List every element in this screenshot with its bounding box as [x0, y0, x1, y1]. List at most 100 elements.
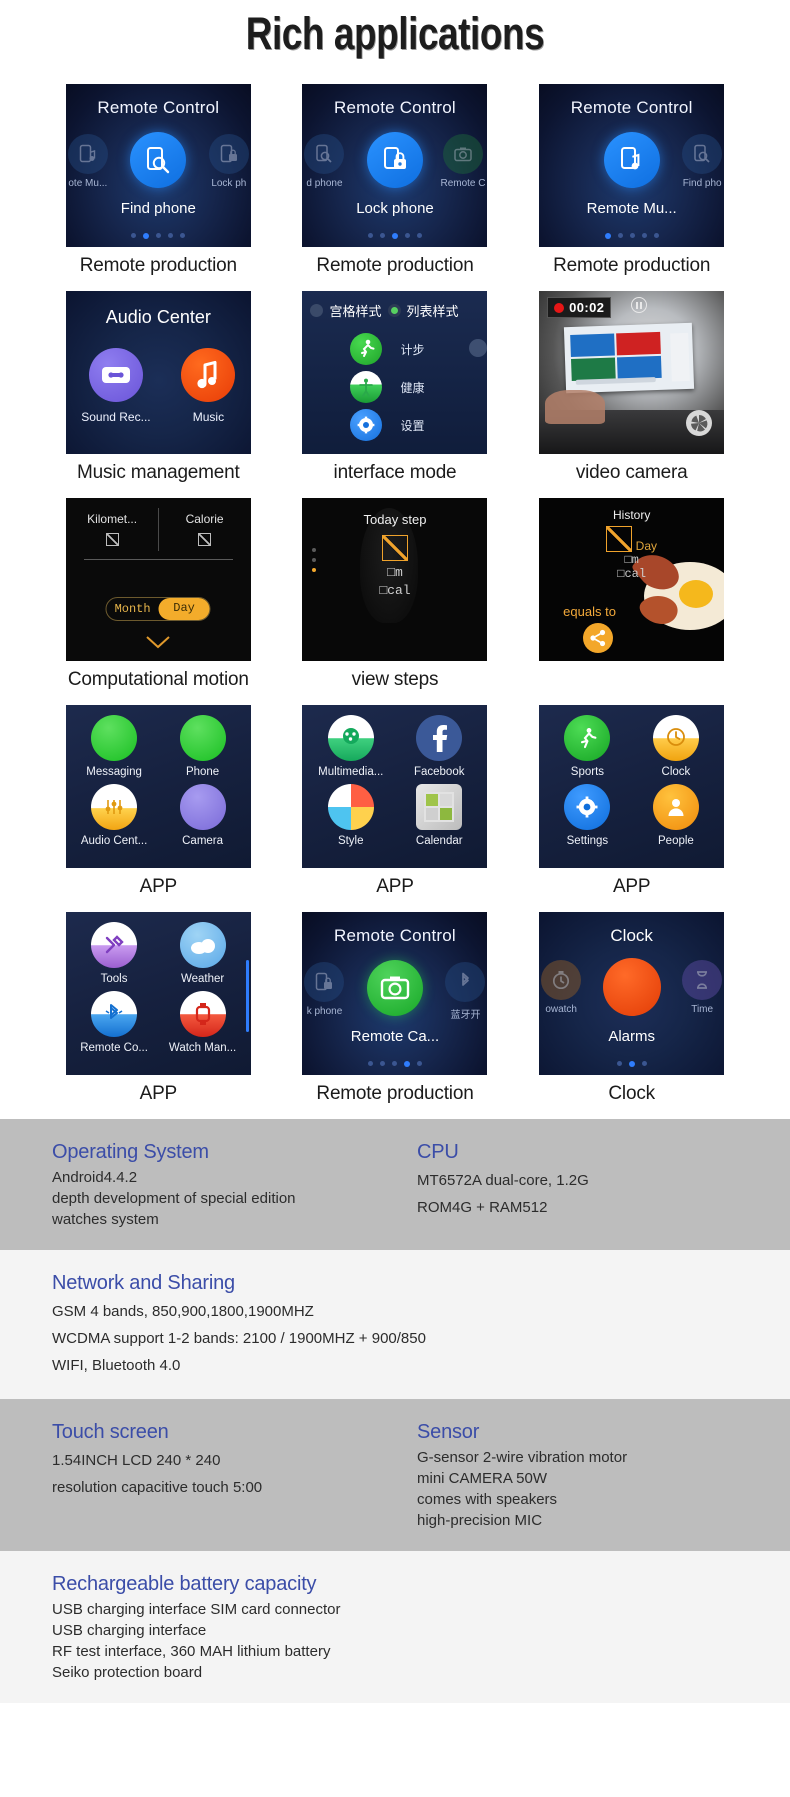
card-history: History Day □m □cal equals to: [513, 498, 750, 703]
alarm-icon[interactable]: [602, 958, 661, 1016]
page-dots[interactable]: [66, 233, 251, 239]
carousel-right-item[interactable]: Lock ph: [208, 134, 249, 189]
watch-screen[interactable]: Kilomet... Calorie Month Day: [65, 498, 251, 661]
app-messaging[interactable]: Messaging: [70, 715, 159, 778]
carousel-left-item[interactable]: owatch: [541, 960, 582, 1015]
app-calendar[interactable]: Calendar: [395, 784, 484, 847]
watch-screen[interactable]: Tools Weather Remote Co... Watch Man...: [65, 912, 251, 1075]
carousel-right-item[interactable]: Remote C: [440, 134, 485, 189]
app-sports[interactable]: Sports: [543, 715, 632, 778]
radio-list-style[interactable]: [387, 304, 401, 317]
watch-screen[interactable]: Clock owatch Time Alarms: [539, 912, 725, 1075]
spec-heading: Operating System: [52, 1141, 209, 1163]
history-distance: □m: [624, 553, 639, 567]
watch-screen[interactable]: Audio Center Sound Rec... Music: [65, 291, 251, 454]
app-tools[interactable]: Tools: [70, 922, 159, 985]
app-people[interactable]: People: [632, 784, 721, 847]
app-sound-recorder[interactable]: Sound Rec...: [81, 348, 151, 424]
radio-grid-style[interactable]: [310, 304, 324, 317]
watch-screen[interactable]: Remote Control Find pho Remote Mu...: [539, 84, 725, 247]
spec-line: G-sensor 2-wire vibration motor: [417, 1449, 628, 1466]
toggle-day[interactable]: Day: [158, 598, 210, 620]
app-remote-control[interactable]: Remote Co...: [70, 991, 159, 1054]
scrollbar[interactable]: [245, 960, 249, 1032]
carousel-left-item[interactable]: k phone: [304, 962, 345, 1017]
card-remote-camera: Remote Control k phone 蓝牙开 Remote Ca... …: [277, 912, 514, 1117]
period-toggle[interactable]: Month Day: [105, 597, 211, 621]
equals-to-label: equals to: [563, 604, 616, 619]
app-camera[interactable]: Camera: [158, 784, 247, 847]
watch-screen[interactable]: Messaging Phone Audio Cent... Camera: [65, 705, 251, 868]
app-watch-manager[interactable]: Watch Man...: [158, 991, 247, 1054]
watch-screen[interactable]: 00:02: [539, 291, 725, 454]
list-item[interactable]: 计步: [302, 330, 487, 368]
app-clock[interactable]: Clock: [632, 715, 721, 778]
card-caption: Remote production: [316, 1083, 474, 1104]
metric-kilometers: Kilomet...: [66, 498, 159, 557]
spec-line: GSM 4 bands, 850,900,1800,1900MHZ: [52, 1303, 314, 1320]
page-dots[interactable]: [302, 233, 487, 239]
app-audio-center[interactable]: Audio Cent...: [70, 784, 159, 847]
list-item[interactable]: 健康: [302, 368, 487, 406]
icon-carousel[interactable]: owatch Time: [539, 956, 724, 1018]
page-dots[interactable]: [539, 1061, 724, 1067]
app-weather[interactable]: Weather: [158, 922, 247, 985]
spec-col-battery: Rechargeable battery capacity USB chargi…: [52, 1573, 738, 1683]
app-label: Sports: [570, 766, 605, 778]
watch-screen[interactable]: Sports Clock Settings People: [539, 705, 725, 868]
app-label: Settings: [566, 835, 609, 847]
weather-icon: [179, 922, 226, 968]
bluetooth-icon: [445, 962, 486, 1002]
page-dots[interactable]: [539, 233, 724, 239]
watch-screen[interactable]: Remote Control ote Mu... Lock ph Find ph…: [65, 84, 251, 247]
music-phone-icon[interactable]: [603, 132, 660, 188]
watch-screen[interactable]: Remote Control k phone 蓝牙开 Remote Ca...: [302, 912, 488, 1075]
icon-carousel[interactable]: ote Mu... Lock ph: [66, 130, 251, 190]
watch-screen[interactable]: 宫格样式 列表样式 计步 健康 设置: [302, 291, 488, 454]
screen-title: Remote Control: [334, 98, 456, 117]
spec-line: watches system: [52, 1211, 159, 1228]
lock-phone-icon[interactable]: [366, 132, 423, 188]
screen-title: Today step: [363, 512, 427, 527]
shutter-icon[interactable]: [686, 410, 713, 436]
page-dots[interactable]: [302, 1061, 487, 1067]
application-grid: Remote Control ote Mu... Lock ph Find ph…: [0, 66, 790, 1119]
metric-label: Calorie: [185, 512, 224, 526]
carousel-right-item[interactable]: 蓝牙开: [445, 962, 486, 1021]
spec-row-network: Network and Sharing GSM 4 bands, 850,900…: [0, 1250, 790, 1399]
watch-screen[interactable]: Today step □m □cal: [302, 498, 488, 661]
watch-screen[interactable]: Remote Control d phone Remote C Lock pho…: [302, 84, 488, 247]
spec-line: USB charging interface SIM card connecto…: [52, 1601, 341, 1618]
watch-manager-icon: [179, 991, 226, 1037]
main-action-label: Remote Ca...: [350, 1028, 440, 1045]
watch-screen[interactable]: History Day □m □cal equals to: [539, 498, 725, 661]
app-music[interactable]: Music: [181, 348, 236, 424]
app-phone[interactable]: Phone: [158, 715, 247, 778]
watch-screen[interactable]: Multimedia... Facebook Style Calendar: [302, 705, 488, 868]
icon-carousel[interactable]: d phone Remote C: [302, 130, 487, 190]
app-facebook[interactable]: Facebook: [395, 715, 484, 778]
find-phone-icon[interactable]: [130, 132, 187, 188]
carousel-left-label: k phone: [306, 1006, 343, 1017]
app-settings[interactable]: Settings: [543, 784, 632, 847]
app-label: Watch Man...: [168, 1042, 237, 1054]
history-calories: □cal: [617, 567, 647, 581]
share-icon[interactable]: [583, 623, 614, 653]
toggle-month[interactable]: Month: [107, 602, 159, 616]
spec-heading: Touch screen: [52, 1421, 169, 1443]
carousel-left-item[interactable]: ote Mu...: [67, 134, 108, 189]
app-multimedia[interactable]: Multimedia...: [306, 715, 395, 778]
carousel-left-item[interactable]: d phone: [304, 134, 345, 189]
carousel-right-item[interactable]: Time: [682, 960, 723, 1015]
spec-line: mini CAMERA 50W: [417, 1470, 548, 1487]
list-item[interactable]: 设置: [302, 406, 487, 444]
carousel-left-label: owatch: [545, 1004, 577, 1015]
icon-carousel[interactable]: Find pho: [539, 130, 724, 190]
bluetooth-icon: [91, 991, 138, 1037]
remote-camera-icon[interactable]: [366, 960, 423, 1016]
carousel-right-item[interactable]: Find pho: [682, 134, 723, 189]
app-style[interactable]: Style: [306, 784, 395, 847]
chevron-down-icon[interactable]: [145, 635, 171, 649]
icon-carousel[interactable]: k phone 蓝牙开: [302, 958, 487, 1021]
screen-title: Remote Control: [334, 926, 456, 945]
